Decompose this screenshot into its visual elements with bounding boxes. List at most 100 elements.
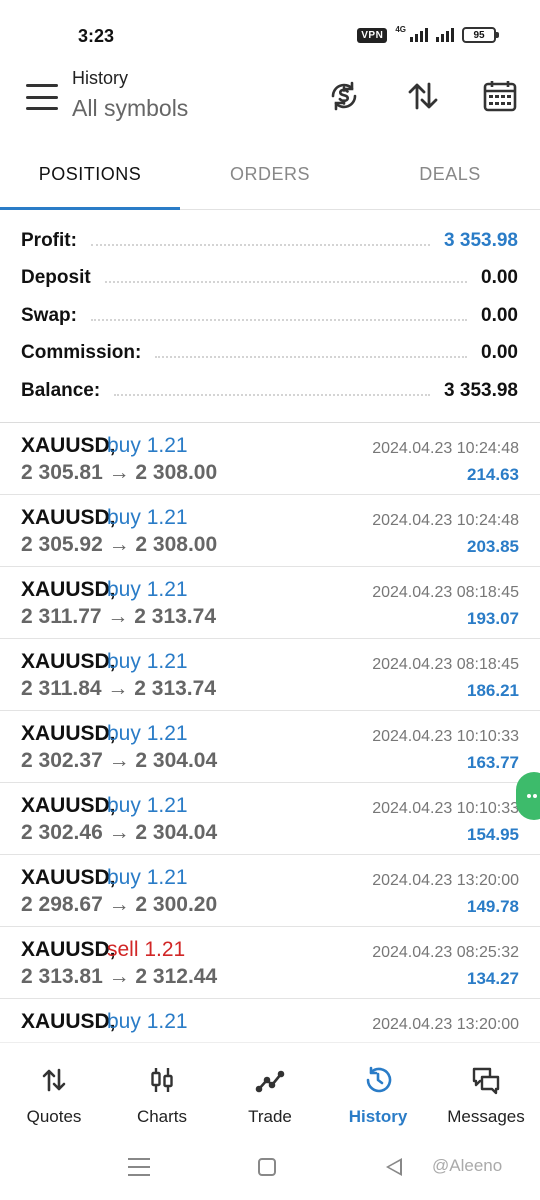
menu-icon[interactable] bbox=[26, 84, 58, 110]
symbol-filter[interactable]: All symbols bbox=[72, 95, 188, 122]
trade-type: sell 1.21 bbox=[107, 938, 186, 961]
trade-type: buy 1.21 bbox=[107, 1010, 188, 1033]
trade-profit: 203.85 bbox=[467, 537, 519, 556]
symbol: XAUUSD, bbox=[21, 794, 116, 817]
trade-icon bbox=[253, 1063, 287, 1097]
history-icon bbox=[361, 1063, 395, 1097]
summary-label: Swap: bbox=[21, 304, 77, 326]
commission-value: 0.00 bbox=[481, 342, 518, 364]
position-row[interactable]: XAUUSD, buy 1.21 2 311.77 → 2 313.74 202… bbox=[0, 567, 540, 639]
title-block: History All symbols bbox=[72, 68, 188, 122]
nav-trade[interactable]: Trade bbox=[216, 1043, 324, 1136]
trade-profit: 163.77 bbox=[467, 753, 519, 772]
position-row[interactable]: XAUUSD, buy 1.21 2 311.84 → 2 313.74 202… bbox=[0, 639, 540, 711]
position-row[interactable]: XAUUSD, buy 1.21 2 305.92 → 2 308.00 202… bbox=[0, 495, 540, 567]
trade-type: buy 1.21 bbox=[107, 794, 188, 817]
summary-label: Deposit bbox=[21, 267, 91, 289]
sort-icon[interactable] bbox=[403, 76, 443, 116]
price-range: 2 302.37 → 2 304.04 bbox=[21, 749, 218, 772]
price-range: 2 302.46 → 2 304.04 bbox=[21, 821, 218, 844]
trade-time: 2024.04.23 08:18:45 bbox=[372, 656, 519, 673]
price-range: 2 298.67 → 2 300.20 bbox=[21, 893, 218, 916]
trade-type: buy 1.21 bbox=[107, 434, 188, 457]
trade-profit: 154.95 bbox=[467, 825, 519, 844]
account-summary: Profit: 3 353.98 Deposit 0.00 Swap: 0.00… bbox=[0, 222, 540, 410]
summary-label: Commission: bbox=[21, 342, 142, 364]
trade-time: 2024.04.23 10:10:33 bbox=[372, 800, 519, 817]
positions-list[interactable]: XAUUSD, buy 1.21 2 305.81 → 2 308.00 202… bbox=[0, 423, 540, 1041]
summary-label: Profit: bbox=[21, 229, 77, 251]
price-range: 2 313.81 → 2 312.44 bbox=[21, 965, 218, 988]
trade-type: buy 1.21 bbox=[107, 722, 188, 745]
trade-time: 2024.04.23 10:24:48 bbox=[372, 440, 519, 457]
nav-label: Charts bbox=[136, 1107, 188, 1126]
back-icon[interactable] bbox=[386, 1158, 402, 1176]
balance-value: 3 353.98 bbox=[444, 379, 518, 401]
summary-deposit: Deposit 0.00 bbox=[0, 260, 540, 298]
trade-profit: 214.63 bbox=[467, 465, 519, 484]
price-range: 2 311.84 → 2 313.74 bbox=[21, 677, 216, 700]
price-range: 2 305.81 → 2 308.00 bbox=[21, 461, 218, 484]
nav-quotes[interactable]: Quotes bbox=[0, 1043, 108, 1136]
nav-label: Quotes bbox=[26, 1107, 82, 1126]
tab-orders[interactable]: ORDERS bbox=[180, 150, 360, 209]
trade-type: buy 1.21 bbox=[107, 578, 188, 601]
dotted-leader bbox=[104, 281, 468, 284]
floating-handle-button[interactable] bbox=[516, 772, 540, 820]
position-row[interactable]: XAUUSD, buy 1.21 2 302.37 → 2 304.04 202… bbox=[0, 711, 540, 783]
deposit-value: 0.00 bbox=[481, 267, 518, 289]
symbol: XAUUSD, bbox=[21, 1010, 116, 1033]
currency-exchange-icon[interactable] bbox=[324, 76, 364, 116]
home-icon[interactable] bbox=[258, 1158, 276, 1176]
profit-value: 3 353.98 bbox=[444, 229, 518, 251]
trade-time: 2024.04.23 13:20:00 bbox=[372, 872, 519, 889]
dotted-leader bbox=[90, 318, 468, 321]
summary-label: Balance: bbox=[21, 379, 101, 401]
price-range: 2 311.77 → 2 313.74 bbox=[21, 605, 216, 628]
candlestick-icon bbox=[145, 1063, 179, 1097]
signal-icon bbox=[410, 28, 428, 42]
nav-label: Trade bbox=[248, 1107, 292, 1126]
watermark: @Aleeno bbox=[432, 1156, 503, 1175]
trade-profit: 134.27 bbox=[467, 969, 519, 988]
calendar-icon[interactable] bbox=[480, 76, 520, 116]
network-type: 4G bbox=[395, 24, 406, 34]
trade-time: 2024.04.23 08:18:45 bbox=[372, 584, 519, 601]
nav-history[interactable]: History bbox=[324, 1043, 432, 1136]
symbol: XAUUSD, bbox=[21, 578, 116, 601]
position-row[interactable]: XAUUSD, buy 1.21 2024.04.23 13:20:00 bbox=[0, 999, 540, 1041]
position-row[interactable]: XAUUSD, buy 1.21 2 298.67 → 2 300.20 202… bbox=[0, 855, 540, 927]
system-navigation-bar: @Aleeno bbox=[0, 1146, 540, 1200]
summary-balance: Balance: 3 353.98 bbox=[0, 372, 540, 410]
symbol: XAUUSD, bbox=[21, 866, 116, 889]
trade-time: 2024.04.23 10:24:48 bbox=[372, 512, 519, 529]
nav-messages[interactable]: Messages bbox=[432, 1043, 540, 1136]
dotted-leader bbox=[90, 243, 431, 246]
trade-time: 2024.04.23 13:20:00 bbox=[372, 1016, 519, 1033]
signal-icon-2 bbox=[436, 28, 454, 42]
summary-swap: Swap: 0.00 bbox=[0, 297, 540, 335]
symbol: XAUUSD, bbox=[21, 938, 116, 961]
status-icons: VPN 4G 95 bbox=[357, 24, 499, 43]
trade-type: buy 1.21 bbox=[107, 866, 188, 889]
battery-level: 95 bbox=[473, 29, 485, 41]
quotes-icon bbox=[37, 1063, 71, 1097]
tab-deals[interactable]: DEALS bbox=[360, 150, 540, 209]
dotted-leader bbox=[155, 356, 468, 359]
position-row[interactable]: XAUUSD, sell 1.21 2 313.81 → 2 312.44 20… bbox=[0, 927, 540, 999]
trade-time: 2024.04.23 10:10:33 bbox=[372, 728, 519, 745]
symbol: XAUUSD, bbox=[21, 722, 116, 745]
page-title: History bbox=[72, 68, 129, 88]
history-tabs: POSITIONS ORDERS DEALS bbox=[0, 150, 540, 210]
position-row[interactable]: XAUUSD, buy 1.21 2 305.81 → 2 308.00 202… bbox=[0, 423, 540, 495]
nav-charts[interactable]: Charts bbox=[108, 1043, 216, 1136]
trade-type: buy 1.21 bbox=[107, 506, 188, 529]
vpn-icon: VPN bbox=[357, 27, 388, 43]
battery-icon: 95 bbox=[462, 27, 499, 43]
recent-apps-icon[interactable] bbox=[128, 1158, 150, 1176]
summary-profit: Profit: 3 353.98 bbox=[0, 222, 540, 260]
status-time: 3:23 bbox=[78, 26, 115, 46]
position-row[interactable]: XAUUSD, buy 1.21 2 302.46 → 2 304.04 202… bbox=[0, 783, 540, 855]
tab-positions[interactable]: POSITIONS bbox=[0, 150, 180, 210]
app-bar: History All symbols bbox=[0, 62, 540, 142]
